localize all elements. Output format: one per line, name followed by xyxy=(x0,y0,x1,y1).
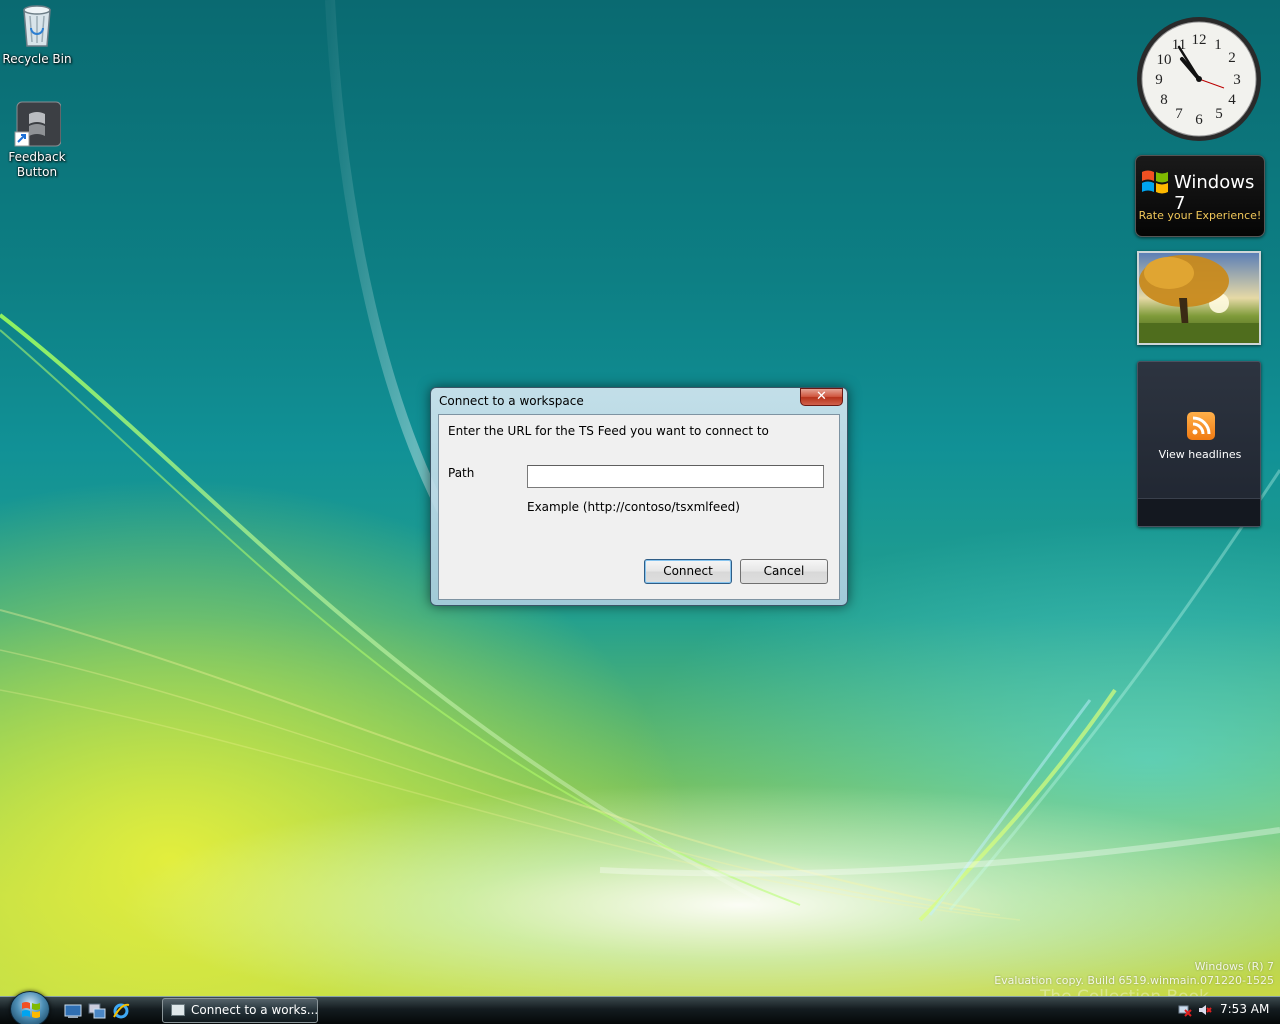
path-input[interactable] xyxy=(527,465,824,488)
clock-number-5: 5 xyxy=(1215,106,1223,122)
connect-button[interactable]: Connect xyxy=(644,559,732,584)
windows-flag-icon xyxy=(1142,170,1168,194)
instruction-text: Enter the URL for the TS Feed you want t… xyxy=(448,424,769,438)
clock-number-8: 8 xyxy=(1160,92,1168,108)
example-text: Example (http://contoso/tsxmlfeed) xyxy=(527,500,740,514)
rate-experience-link[interactable]: Rate your Experience! xyxy=(1136,209,1264,222)
tray-clock[interactable]: 7:53 AM xyxy=(1220,1002,1269,1016)
clock-gadget[interactable]: 12 1 2 3 4 5 6 7 8 9 10 11 xyxy=(1134,14,1264,144)
close-icon: ✕ xyxy=(816,389,827,404)
clock-number-1: 1 xyxy=(1214,37,1222,53)
volume-muted-icon[interactable] xyxy=(1198,1003,1212,1017)
recycle-bin-desktop-icon[interactable]: Recycle Bin xyxy=(0,2,74,67)
dialog-client-area: Enter the URL for the TS Feed you want t… xyxy=(438,414,840,600)
clock-number-2: 2 xyxy=(1228,50,1236,66)
dialog-title: Connect to a workspace xyxy=(439,394,584,408)
build-watermark: Windows (R) 7 Evaluation copy. Build 651… xyxy=(994,960,1274,988)
internet-explorer-icon[interactable] xyxy=(112,1003,130,1019)
rss-icon xyxy=(1187,412,1215,440)
feedback-button-desktop-icon[interactable]: Feedback Button xyxy=(0,100,74,180)
taskbar: Connect to a works... 7:53 AM xyxy=(0,991,1280,1024)
feed-gadget-footer xyxy=(1138,498,1260,526)
taskbar-button-connect-workspace[interactable]: Connect to a works... xyxy=(162,998,318,1023)
path-label: Path xyxy=(448,466,475,480)
clock-number-6: 6 xyxy=(1195,112,1203,128)
close-button[interactable]: ✕ xyxy=(800,388,843,406)
window-app-icon xyxy=(171,1004,185,1016)
clock-number-9: 9 xyxy=(1155,72,1163,88)
windows7-title: Windows 7 xyxy=(1174,172,1255,214)
watermark-line1: Windows (R) 7 xyxy=(1194,960,1274,973)
feedback-label-line2: Button xyxy=(16,165,58,179)
connect-workspace-dialog: Connect to a workspace ✕ Enter the URL f… xyxy=(430,387,848,606)
clock-number-4: 4 xyxy=(1228,92,1236,108)
windows-logo-icon xyxy=(22,1002,40,1018)
feedback-icon xyxy=(13,100,62,148)
clock-number-7: 7 xyxy=(1175,106,1183,122)
start-button[interactable] xyxy=(10,991,50,1024)
slideshow-gadget[interactable] xyxy=(1137,251,1261,345)
clock-number-12: 12 xyxy=(1192,32,1207,48)
clock-number-11: 11 xyxy=(1172,37,1186,53)
network-icon[interactable] xyxy=(1178,1003,1192,1017)
show-desktop-icon[interactable] xyxy=(64,1003,82,1019)
view-headlines-link[interactable]: View headlines xyxy=(1138,448,1262,461)
autumn-tree-photo xyxy=(1139,253,1259,343)
recycle-bin-icon xyxy=(13,2,61,50)
switch-windows-icon[interactable] xyxy=(88,1003,106,1019)
cancel-button[interactable]: Cancel xyxy=(740,559,828,584)
clock-number-10: 10 xyxy=(1157,52,1172,68)
windows7-rate-gadget[interactable]: Windows 7 Rate your Experience! xyxy=(1135,155,1265,237)
recycle-bin-label: Recycle Bin xyxy=(2,52,72,66)
clock-number-3: 3 xyxy=(1233,72,1241,88)
feedback-label-line1: Feedback xyxy=(8,150,66,164)
watermark-line2: Evaluation copy. Build 6519.winmain.0712… xyxy=(994,974,1274,987)
taskbar-button-label: Connect to a works... xyxy=(191,1003,318,1017)
feed-headlines-gadget[interactable]: View headlines xyxy=(1137,361,1261,527)
